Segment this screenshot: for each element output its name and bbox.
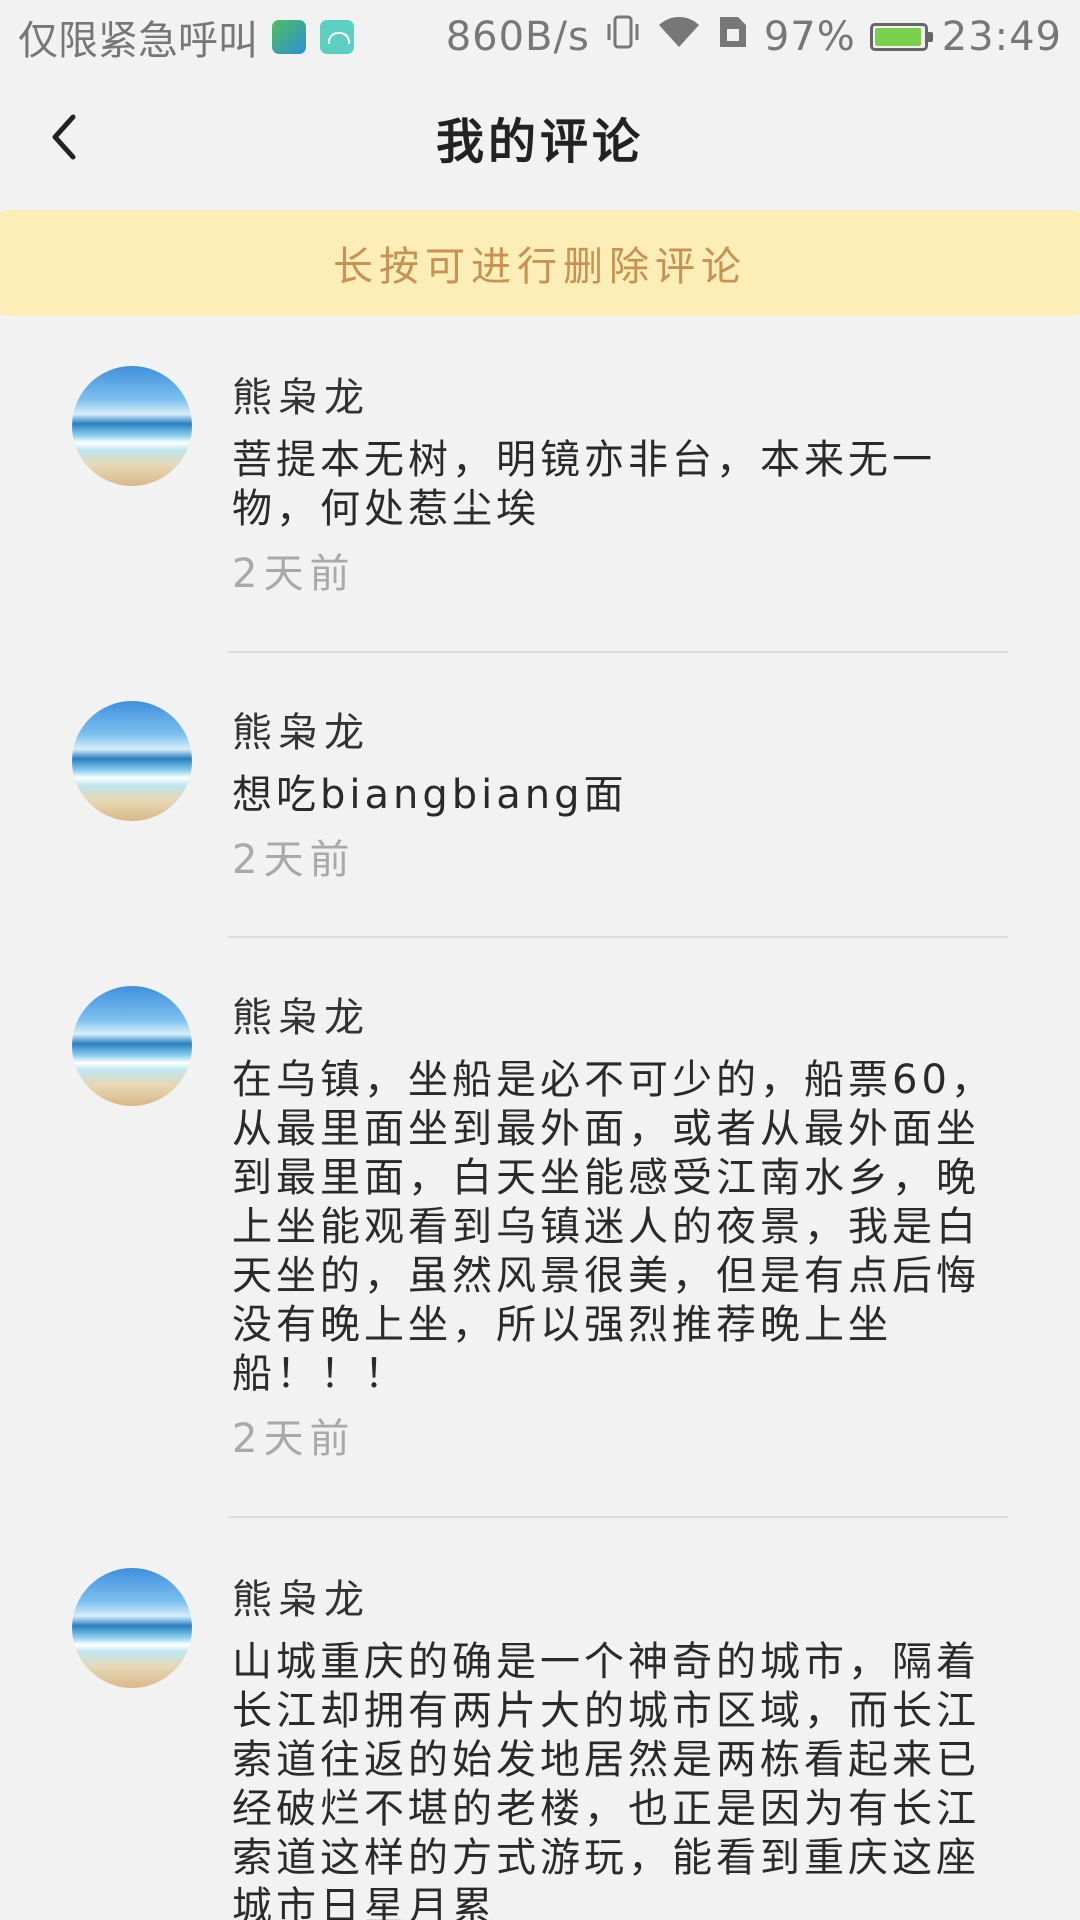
- comment-content: 在乌镇，坐船是必不可少的，船票60，从最里面坐到最外面，或者从最外面坐到最里面，…: [232, 1057, 995, 1397]
- carrier-text: 仅限紧急呼叫: [18, 18, 258, 64]
- chevron-left-icon: [52, 114, 76, 160]
- comment-content: 山城重庆的确是一个神奇的城市，隔着长江却拥有两片大的城市区域，而长江索道往返的始…: [232, 1639, 980, 1920]
- page-title: 我的评论: [435, 114, 644, 170]
- comment-time: 2天前: [232, 1416, 356, 1462]
- header: 我的评论: [0, 74, 1080, 200]
- map-app-icon: [272, 20, 306, 54]
- battery-percent: 97%: [763, 14, 856, 60]
- sim-icon: [716, 14, 750, 60]
- comment-time: 2天前: [232, 551, 356, 597]
- comment-time: 2天前: [232, 837, 356, 883]
- comment-item[interactable]: 熊枭龙 想吃biangbiang面 2天前: [0, 653, 1080, 938]
- battery-fill: [874, 28, 922, 46]
- notice-text: 长按可进行删除评论: [333, 244, 747, 290]
- comment-content: 菩提本无树，明镜亦非台，本来无一物，何处惹尘埃: [232, 437, 936, 532]
- comment-author: 熊枭龙: [232, 1577, 370, 1623]
- back-button[interactable]: [30, 102, 100, 172]
- status-bar: 仅限紧急呼叫 860B/s 97% 23:49: [0, 0, 1080, 74]
- comment-author: 熊枭龙: [232, 375, 370, 421]
- clock: 23:49: [941, 14, 1062, 60]
- avatar[interactable]: [72, 366, 192, 486]
- wifi-icon: [656, 14, 702, 60]
- comment-item[interactable]: 熊枭龙 山城重庆的确是一个神奇的城市，隔着长江却拥有两片大的城市区域，而长江索道…: [0, 1518, 1080, 1920]
- comment-item[interactable]: 熊枭龙 菩提本无树，明镜亦非台，本来无一物，何处惹尘埃 2天前: [0, 316, 1080, 653]
- comment-item[interactable]: 熊枭龙 在乌镇，坐船是必不可少的，船票60，从最里面坐到最外面，或者从最外面坐到…: [0, 938, 1080, 1518]
- comment-author: 熊枭龙: [232, 710, 370, 756]
- comment-content: 想吃biangbiang面: [232, 772, 628, 818]
- android-app-icon: [320, 20, 354, 54]
- network-speed: 860B/s: [445, 14, 590, 60]
- avatar[interactable]: [72, 701, 192, 821]
- avatar[interactable]: [72, 1568, 192, 1688]
- battery-icon: [869, 23, 933, 51]
- comment-author: 熊枭龙: [232, 995, 370, 1041]
- long-press-delete-notice: 长按可进行删除评论: [0, 210, 1080, 316]
- avatar[interactable]: [72, 986, 192, 1106]
- vibrate-icon: [604, 14, 642, 60]
